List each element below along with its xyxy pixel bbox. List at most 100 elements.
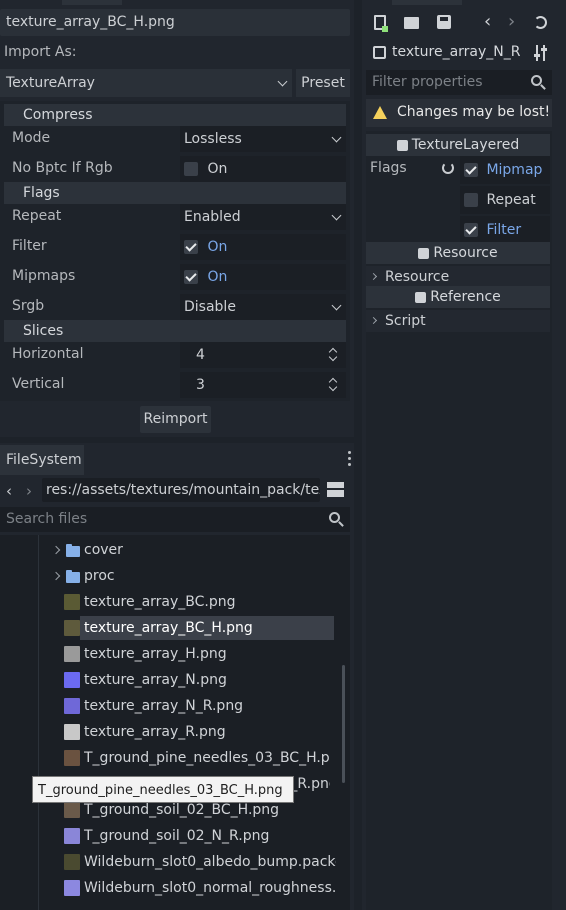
- image-thumbnail-icon: [64, 802, 80, 818]
- chevron-down-icon: [331, 132, 342, 143]
- checkbox-checked-icon: [184, 270, 198, 284]
- section-slices[interactable]: Slices: [4, 320, 346, 342]
- file-name: texture_array_R.png: [84, 724, 226, 740]
- file-item[interactable]: texture_array_BC.png: [0, 589, 340, 615]
- checkbox-unchecked-icon: [464, 193, 478, 207]
- collapsed-arrow-icon[interactable]: [51, 545, 61, 555]
- folder-name: proc: [84, 568, 115, 584]
- back-arrow-icon[interactable]: ‹: [6, 484, 16, 499]
- horizontal-spinbox[interactable]: 4: [180, 342, 346, 368]
- history-back-icon[interactable]: ‹: [484, 11, 491, 32]
- file-item[interactable]: T_ground_pine_needles_03_BC_H.pn: [0, 745, 340, 771]
- split-mode-icon[interactable]: [327, 482, 344, 497]
- class-icon: [396, 139, 408, 151]
- file-item[interactable]: Wildeburn_slot0_albedo_bump.packe: [0, 849, 340, 875]
- folder-icon: [66, 570, 80, 583]
- mipmaps-value: On: [207, 269, 228, 285]
- file-item-selected[interactable]: texture_array_BC_H.png: [0, 615, 340, 641]
- file-item[interactable]: texture_array_N.png: [0, 667, 340, 693]
- class-header-texturelayered[interactable]: TextureLayered: [366, 134, 550, 156]
- image-thumbnail-icon: [64, 594, 80, 610]
- vertical-spinbox[interactable]: 3: [180, 372, 346, 398]
- filter-properties-field[interactable]: Filter properties: [366, 70, 552, 95]
- no-bptc-checkbox[interactable]: On: [180, 156, 346, 182]
- top-strip: [392, 0, 462, 5]
- search-files-field[interactable]: Search files: [0, 507, 350, 532]
- spin-arrows-icon[interactable]: [328, 378, 338, 392]
- spin-arrows-icon[interactable]: [328, 348, 338, 362]
- file-item[interactable]: texture_array_H.png: [0, 641, 340, 667]
- file-name: texture_array_N.png: [84, 672, 227, 688]
- folder-proc[interactable]: proc: [0, 563, 340, 589]
- srgb-label: Srgb: [12, 298, 45, 314]
- resource-category[interactable]: Resource: [366, 266, 550, 288]
- object-history-icon[interactable]: [534, 16, 547, 29]
- reimport-button[interactable]: Reimport: [140, 406, 211, 433]
- object-name[interactable]: texture_array_N_R: [392, 44, 520, 60]
- flag-mipmap-checkbox[interactable]: Mipmap: [460, 156, 550, 184]
- image-thumbnail-icon: [64, 672, 80, 688]
- preset-button[interactable]: Preset: [296, 69, 350, 97]
- forward-arrow-icon[interactable]: ›: [26, 484, 36, 499]
- class-header-label: TextureLayered: [411, 137, 520, 153]
- save-icon[interactable]: [437, 15, 451, 29]
- import-type-value: TextureArray: [6, 75, 95, 91]
- flag-repeat-checkbox[interactable]: Repeat: [460, 186, 550, 214]
- vertical-value: 3: [196, 377, 205, 393]
- import-type-select[interactable]: TextureArray: [0, 69, 292, 97]
- search-files-placeholder: Search files: [6, 511, 88, 527]
- no-bptc-value: On: [207, 161, 228, 177]
- folder-icon: [66, 544, 80, 557]
- srgb-value: Disable: [184, 299, 236, 315]
- mode-select[interactable]: Lossless: [180, 126, 346, 152]
- filter-label: Filter: [12, 238, 47, 254]
- class-header-reference[interactable]: Reference: [366, 286, 550, 308]
- file-tree: cover proc texture_array_BC.png texture_…: [0, 535, 350, 910]
- history-forward-icon[interactable]: ›: [508, 11, 515, 32]
- flag-label: Repeat: [486, 192, 536, 208]
- file-item[interactable]: texture_array_N_R.png: [0, 693, 340, 719]
- chevron-down-icon: [331, 210, 342, 221]
- flag-filter-checkbox[interactable]: Filter: [460, 216, 550, 244]
- filename-tooltip: T_ground_pine_needles_03_BC_H.png: [32, 776, 294, 803]
- repeat-label: Repeat: [12, 208, 62, 224]
- file-item[interactable]: texture_array_R.png: [0, 719, 340, 745]
- section-flags[interactable]: Flags: [4, 182, 346, 204]
- filesystem-dock: FileSystem ‹ › res://assets/textures/mou…: [0, 443, 354, 910]
- folder-cover[interactable]: cover: [0, 537, 340, 563]
- chevron-down-icon: [277, 76, 288, 87]
- tab-filesystem[interactable]: FileSystem: [0, 445, 84, 475]
- open-folder-icon[interactable]: [404, 17, 419, 29]
- revert-icon[interactable]: [442, 162, 454, 174]
- new-resource-icon[interactable]: [374, 15, 388, 32]
- dock-splitter[interactable]: [354, 0, 362, 910]
- checkbox-checked-icon: [464, 223, 478, 237]
- warning-text: Changes may be lost!: [397, 104, 551, 120]
- path-field[interactable]: res://assets/textures/mountain_pack/tex: [42, 478, 320, 502]
- image-thumbnail-icon: [64, 854, 80, 870]
- no-bptc-label: No Bptc If Rgb: [12, 160, 113, 176]
- search-icon-handle: [338, 521, 344, 527]
- file-name: texture_array_BC.png: [84, 594, 236, 610]
- import-as-label: Import As:: [4, 44, 77, 60]
- image-thumbnail-icon: [64, 880, 80, 896]
- filter-checkbox[interactable]: On: [180, 234, 346, 260]
- file-item[interactable]: Wildeburn_slot0_normal_roughness.: [0, 875, 340, 901]
- file-item[interactable]: T_ground_soil_02_N_R.png: [0, 823, 340, 849]
- section-compress[interactable]: Compress: [4, 104, 346, 126]
- image-thumbnail-icon: [64, 828, 80, 844]
- repeat-select[interactable]: Enabled: [180, 204, 346, 230]
- flags-label: Flags: [370, 160, 407, 176]
- class-header-resource[interactable]: Resource: [366, 242, 550, 264]
- dock-menu-icon[interactable]: [348, 451, 352, 467]
- file-name: texture_array_N_R.png: [84, 698, 244, 714]
- script-category[interactable]: Script: [366, 310, 550, 332]
- collapsed-arrow-icon[interactable]: [51, 571, 61, 581]
- file-name: Wildeburn_slot0_normal_roughness.: [84, 880, 336, 896]
- srgb-select[interactable]: Disable: [180, 294, 346, 320]
- horizontal-value: 4: [196, 347, 205, 363]
- scrollbar-thumb[interactable]: [342, 665, 345, 783]
- import-file-name: texture_array_BC_H.png: [0, 9, 350, 36]
- mipmaps-checkbox[interactable]: On: [180, 264, 346, 290]
- object-tools-icon[interactable]: [534, 45, 548, 61]
